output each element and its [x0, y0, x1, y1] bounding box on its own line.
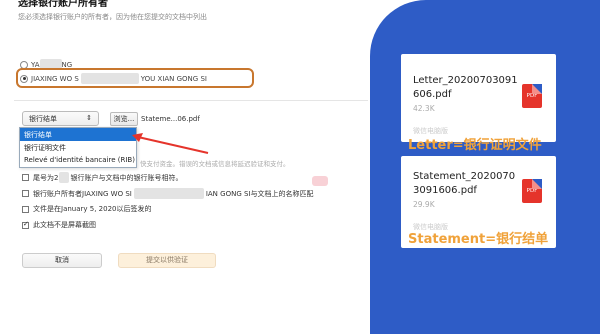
checklist-label-end: 银行账户与文档中的银行账号相符。: [70, 173, 183, 182]
dropdown-option-bank-statement[interactable]: 银行结单: [20, 128, 136, 141]
redacted-blur: [59, 172, 70, 183]
checkbox[interactable]: [22, 174, 29, 181]
pdf-icon: PDF: [522, 84, 542, 108]
redacted-blur: [133, 188, 204, 199]
owner-option-prefix: JIAXING WO S: [31, 74, 79, 83]
owner-option-2[interactable]: JIAXING WO S YOU XIAN GONG SI: [20, 73, 207, 84]
cancel-button[interactable]: 取消: [22, 253, 102, 268]
checklist-item[interactable]: 文件是在January 5, 2020以后签发的: [22, 204, 151, 214]
section-heading: 选择银行账户所有者: [18, 0, 108, 9]
checklist-label: 文件是在January 5, 2020以后签发的: [33, 205, 152, 213]
select-arrow-icon: ⇕: [86, 114, 92, 122]
checklist-item[interactable]: 银行账户所有者JIAXING WO SI IAN GONG SI与文档上的名称匹…: [22, 188, 313, 199]
radio-button-selected[interactable]: [20, 74, 28, 83]
checkbox[interactable]: [22, 205, 29, 213]
checklist-item[interactable]: 尾号为2 银行账户与文档中的银行账号相符。: [22, 172, 182, 183]
file-name-line2: 3091606.pdf: [413, 185, 477, 196]
submit-for-verification-button[interactable]: 提交以供验证: [118, 253, 216, 268]
checklist-label: 此文档不是屏幕截图: [33, 221, 96, 229]
faded-note: 快支付资金。错误的文档或信息将延迟验证和支付。: [140, 160, 290, 168]
file-name-line1: Statement_2020070: [413, 171, 516, 182]
checkbox[interactable]: [22, 190, 29, 197]
checklist-item[interactable]: 此文档不是屏幕截图: [22, 220, 96, 230]
redacted-blur: [312, 176, 328, 186]
checkbox-checked[interactable]: [22, 220, 29, 229]
dropdown-option-bank-letter[interactable]: 银行证明文件: [20, 141, 136, 154]
redacted-blur: [80, 73, 139, 84]
browse-button[interactable]: 浏览...: [110, 112, 138, 126]
annotation-arrow-icon: [132, 133, 209, 154]
owner-option-suffix: YOU XIAN GONG SI: [140, 74, 207, 83]
file-name-line2: 606.pdf: [413, 89, 452, 100]
section-subheading: 您必须选择银行账户的所有者，因为他在您提交的文档中列出: [18, 13, 207, 21]
caption-statement: Statement=银行结单: [408, 232, 549, 247]
file-card-letter[interactable]: Letter_20200703091 606.pdf 42.3K 微信电脑版 P…: [401, 54, 556, 142]
checklist-label-start: 银行账户所有者JIAXING WO SI: [33, 189, 132, 198]
dropdown-option-rib[interactable]: Relevé d'identité bancaire (RIB): [20, 154, 136, 167]
file-size: 29.9K: [413, 200, 435, 209]
checklist-label-end: IAN GONG SI与文档上的名称匹配: [205, 189, 314, 198]
file-name: Stateme...06.pdf: [141, 115, 200, 123]
divider: [14, 100, 368, 101]
file-size: 42.3K: [413, 104, 435, 113]
document-type-dropdown[interactable]: 银行结单 银行证明文件 Relevé d'identité bancaire (…: [19, 127, 137, 168]
pdf-icon: PDF: [522, 179, 542, 203]
document-type-select[interactable]: 银行结单 ⇕: [22, 111, 99, 126]
file-name-line1: Letter_20200703091: [413, 75, 518, 86]
select-value: 银行结单: [29, 115, 57, 123]
checklist-label-start: 尾号为2: [33, 173, 59, 182]
caption-letter: Letter=银行证明文件: [408, 138, 542, 153]
